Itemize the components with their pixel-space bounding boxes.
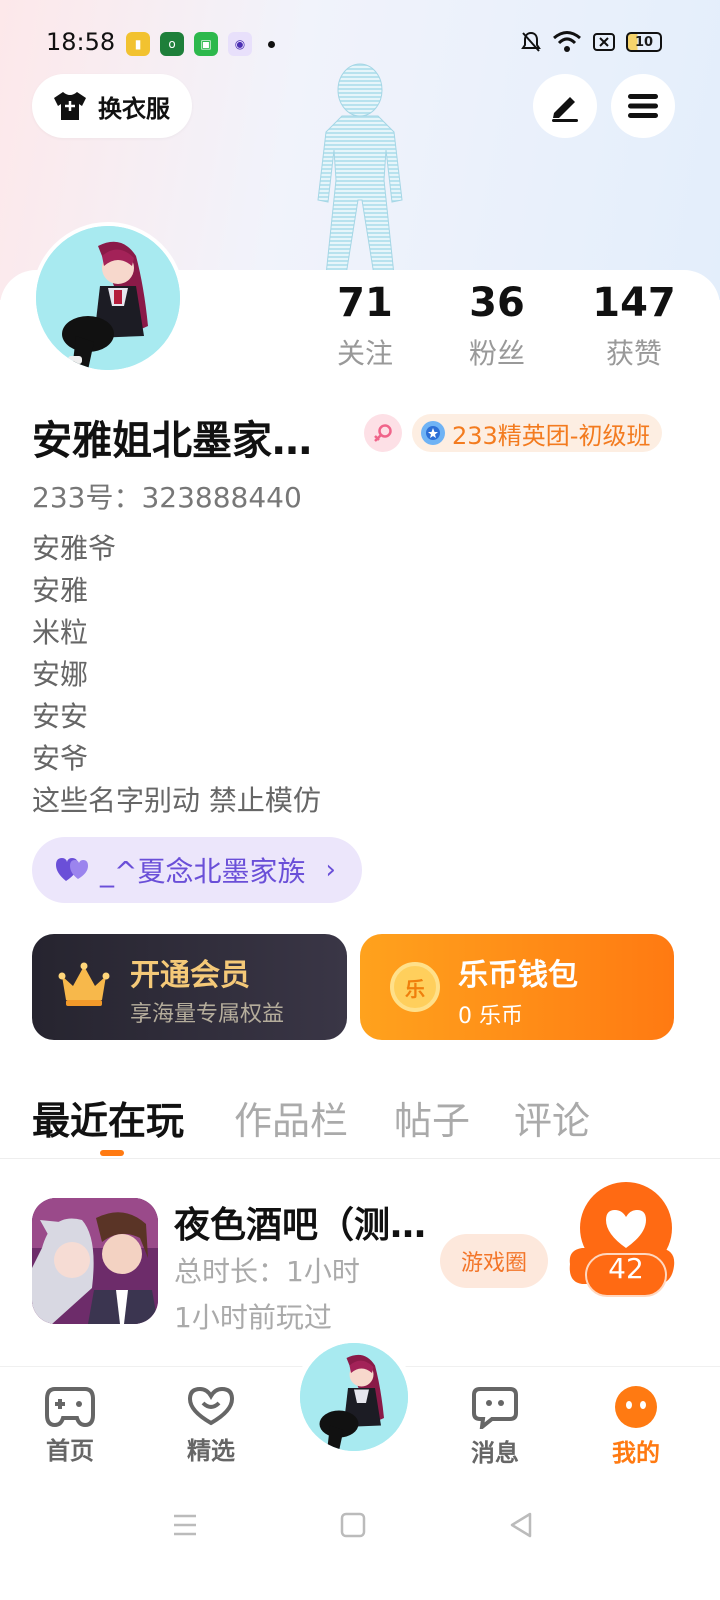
book-app-icon: ▮: [126, 32, 150, 56]
gamepad-icon: [45, 1387, 95, 1427]
game-cover-image: [32, 1198, 158, 1324]
game-like-button[interactable]: 42: [566, 1182, 676, 1300]
gender-badge: [364, 414, 402, 452]
user-nickname: 安雅姐北墨家…: [32, 418, 312, 464]
change-outfit-button[interactable]: 换衣服: [32, 74, 192, 138]
more-notifications-icon: [268, 40, 275, 48]
edit-profile-button[interactable]: [533, 74, 597, 138]
nav-avatar-button[interactable]: [294, 1337, 414, 1457]
mute-bell-icon: [521, 31, 541, 52]
wifi-icon: [553, 31, 581, 52]
user-avatar[interactable]: [32, 222, 184, 374]
browser-app-icon: ◉: [228, 32, 252, 56]
nav-item-messages[interactable]: 消息: [455, 1385, 535, 1468]
notification-icons: ▮ o ▣ ◉: [126, 32, 275, 56]
bio-line: 安娜: [32, 658, 89, 691]
tab-works[interactable]: 作品栏: [234, 1090, 348, 1145]
following-label: 关注: [336, 337, 393, 370]
change-outfit-label: 换衣服: [98, 94, 170, 123]
status-time: 18:58: [46, 28, 116, 56]
wallet-balance: 0 乐币: [458, 1004, 523, 1029]
wallet-title: 乐币钱包: [458, 958, 578, 993]
game-last-played: 1小时前玩过: [174, 1301, 332, 1334]
game-icon[interactable]: [32, 1198, 158, 1324]
avatar-hologram: [317, 63, 403, 275]
menu-icon: [628, 94, 658, 118]
bio-line: 这些名字别动 禁止模仿: [32, 784, 321, 817]
bio-line: 安雅爷: [32, 532, 117, 565]
likes-label: 获赞: [605, 337, 662, 370]
nav-label-messages: 消息: [471, 1439, 519, 1467]
nav-item-mine[interactable]: 我的: [596, 1385, 676, 1468]
followers-count: 36: [469, 280, 525, 326]
bio-line: 安安: [32, 700, 89, 733]
family-link[interactable]: _^夏念北墨家族 ›: [32, 837, 362, 903]
game-title: 夜色酒吧（测…: [174, 1205, 427, 1246]
elite-group-label: 233精英团-初级班: [452, 421, 651, 450]
tab-posts[interactable]: 帖子: [394, 1090, 470, 1145]
nav-label-mine: 我的: [612, 1439, 660, 1467]
bottom-navigation: 首页 精选 消息 我的: [0, 1337, 720, 1482]
elite-group-badge[interactable]: 233精英团-初级班: [412, 414, 663, 452]
nav-item-featured[interactable]: 精选: [171, 1385, 251, 1466]
tab-recently-played[interactable]: 最近在玩: [32, 1090, 184, 1145]
stat-following[interactable]: 71 关注: [320, 280, 410, 372]
double-heart-icon: [56, 858, 88, 881]
stat-likes[interactable]: 147 获赞: [584, 280, 684, 372]
user-id: 233号：323888440: [32, 481, 302, 514]
bio-line: 安雅: [32, 574, 89, 607]
bio-line: 安爷: [32, 742, 89, 775]
female-icon: [374, 424, 392, 442]
list-item[interactable]: 夜色酒吧（测… 总时长：1小时 1小时前玩过 游戏圈 42: [0, 1182, 720, 1342]
game-like-count: 42: [608, 1252, 644, 1285]
back-button-icon[interactable]: [508, 1512, 534, 1538]
avatar-character-image: [36, 226, 180, 370]
home-button-icon[interactable]: [340, 1512, 366, 1538]
bio-line: 米粒: [32, 616, 89, 649]
following-count: 71: [337, 280, 393, 326]
oppo-app-icon: o: [160, 32, 184, 56]
nav-item-home[interactable]: 首页: [30, 1385, 110, 1466]
family-name: _^夏念北墨家族: [100, 855, 306, 888]
nav-label-home: 首页: [46, 1437, 94, 1465]
medal-icon: [421, 421, 445, 445]
battery-indicator: 10: [626, 32, 662, 52]
store-app-icon: ▣: [194, 32, 218, 56]
menu-button[interactable]: [611, 74, 675, 138]
stat-followers[interactable]: 36 粉丝: [452, 280, 542, 372]
vip-membership-card[interactable]: 开通会员 享海量专属权益: [32, 934, 347, 1040]
nav-label-featured: 精选: [187, 1437, 235, 1465]
tshirt-icon: [54, 92, 86, 120]
likes-count: 147: [592, 280, 676, 326]
chat-icon: [472, 1387, 518, 1429]
recent-apps-icon[interactable]: [172, 1512, 198, 1538]
system-status-icons: 10: [520, 30, 662, 54]
game-playtime: 总时长：1小时: [174, 1255, 360, 1288]
vip-title: 开通会员: [130, 958, 250, 993]
nav-avatar: [300, 1343, 408, 1451]
system-navigation-bar: [0, 1482, 720, 1600]
chevron-right-icon: ›: [325, 855, 336, 885]
nav-avatar-character-image: [300, 1343, 408, 1451]
crown-icon: [58, 962, 110, 1006]
active-tab-indicator: [100, 1150, 124, 1156]
sim-blocked-icon: [593, 33, 615, 51]
followers-label: 粉丝: [468, 337, 525, 370]
profile-tabs: 最近在玩 作品栏 帖子 评论: [0, 1090, 720, 1158]
user-bio: 安雅爷 安雅 米粒 安娜 安安 安爷 这些名字别动 禁止模仿: [32, 528, 321, 822]
heart-icon: [187, 1386, 235, 1426]
coin-icon: 乐: [390, 962, 440, 1012]
smile-icon: [615, 1386, 657, 1428]
game-circle-button[interactable]: 游戏圈: [440, 1234, 548, 1288]
vip-subtitle: 享海量专属权益: [130, 1002, 285, 1027]
coin-wallet-card[interactable]: 乐 乐币钱包 0 乐币: [360, 934, 674, 1040]
tabs-divider: [0, 1158, 720, 1159]
tab-comments[interactable]: 评论: [514, 1090, 590, 1145]
pencil-icon: [552, 97, 578, 122]
